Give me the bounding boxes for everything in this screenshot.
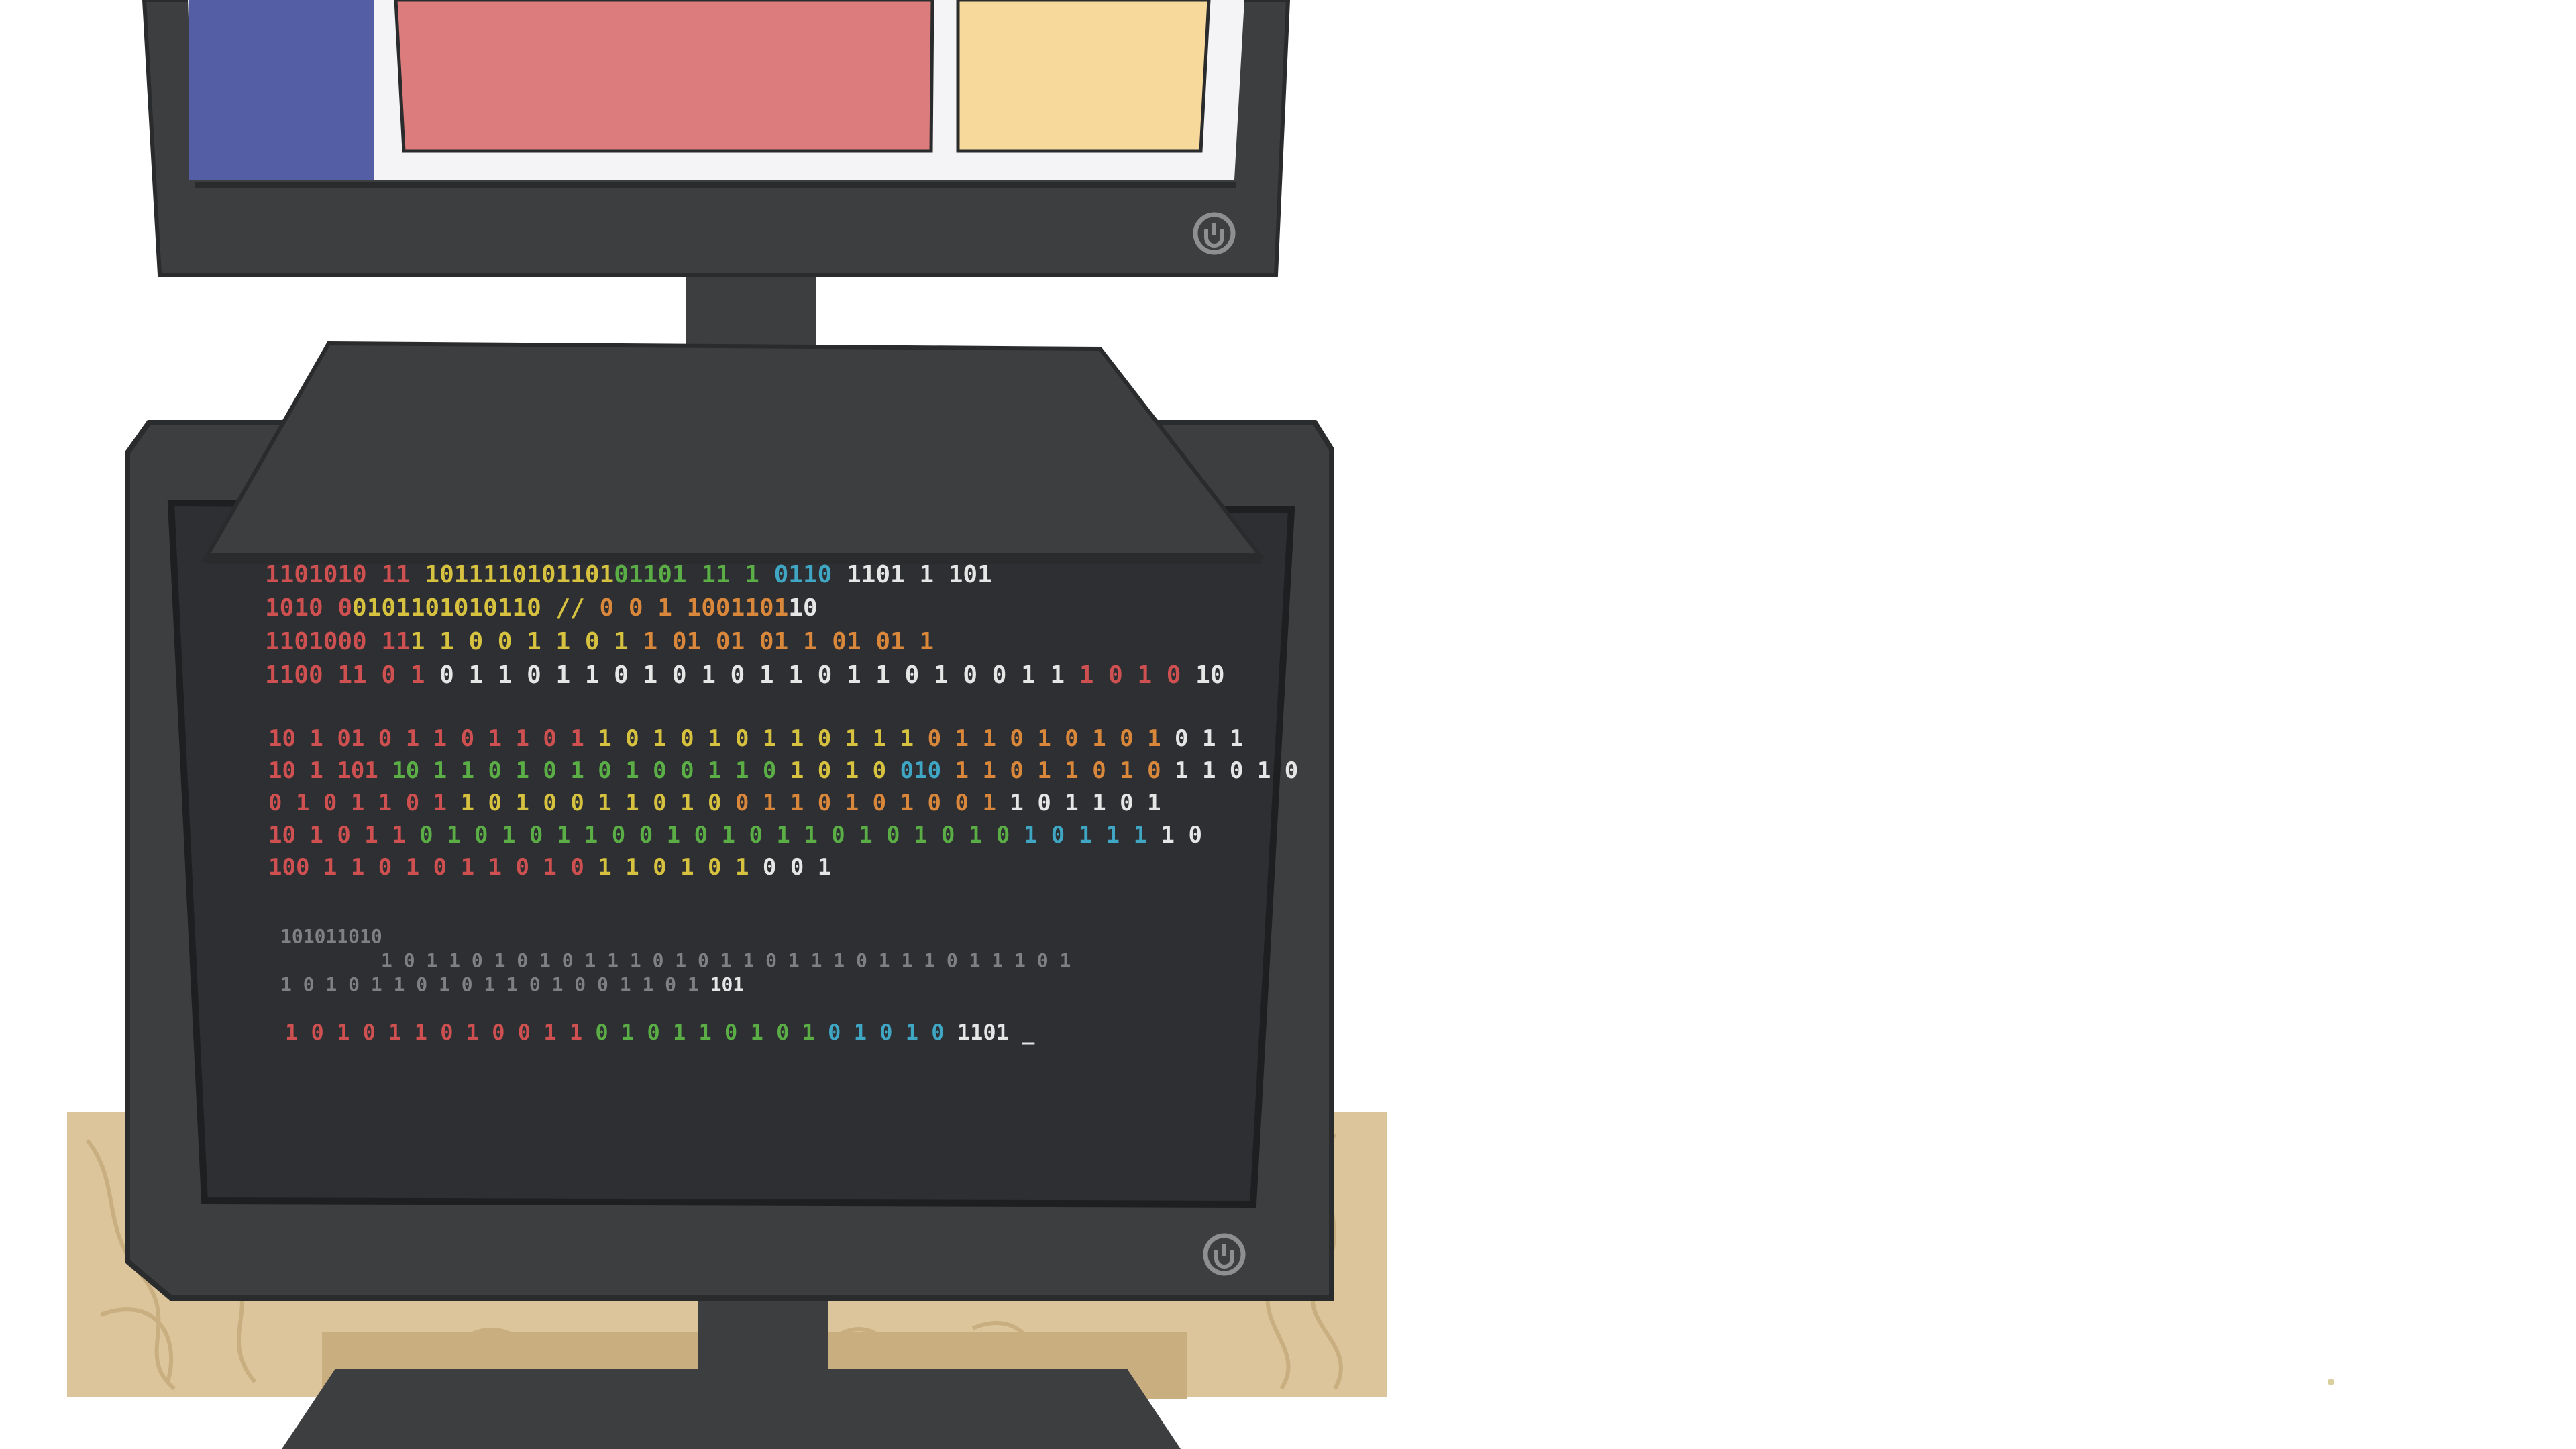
binary-line: 10 1 101 10 1 1 0 1 0 1 0 1 0 0 1 1 0 1 … — [268, 757, 1298, 784]
binary-segment: 1011110101101 — [411, 561, 614, 588]
binary-line: 1 0 1 1 0 1 0 1 0 1 1 1 0 1 0 1 1 0 1 1 … — [381, 949, 1071, 971]
binary-segment: 1 0 1 0 1 0 1 1 0 1 1 1 — [584, 725, 914, 752]
binary-segment: 10 1 01 0 1 1 0 1 1 0 1 — [268, 725, 584, 752]
binary-segment: 1010 0 — [265, 594, 352, 622]
upper-screen-red-panel — [394, 0, 934, 153]
binary-line: 1101000 111 1 0 0 1 1 0 1 1 01 01 01 1 0… — [265, 628, 934, 655]
binary-line: 100 1 1 0 1 0 1 1 0 1 0 1 1 0 1 0 1 0 0 … — [268, 854, 831, 881]
binary-segment: 0 1 0 1 1 0 1 0 1 — [582, 1020, 815, 1045]
binary-segment: 1 1 0 1 0 — [1161, 757, 1299, 784]
upper-monitor-stand-base — [201, 341, 1266, 563]
upper-monitor-stand-base-edge — [205, 553, 1261, 564]
upper-monitor-stand — [201, 272, 1266, 564]
stray-dot — [2328, 1379, 2334, 1385]
binary-segment: 0 1 1 — [1161, 725, 1244, 752]
binary-segment: 0110 — [759, 561, 832, 588]
binary-line: 1 0 1 0 1 1 0 1 0 1 1 0 1 0 0 1 1 0 1 10… — [280, 973, 744, 996]
binary-segment: 1101 _ — [945, 1020, 1036, 1045]
binary-segment: 10 — [788, 594, 817, 622]
binary-line: 10 1 01 0 1 1 0 1 1 0 1 1 0 1 0 1 0 1 1 … — [268, 725, 1243, 752]
binary-line: 1101010 11 101111010110101101 11 1 0110 … — [265, 561, 992, 588]
upper-screen-bottom-edge — [195, 182, 1236, 188]
binary-segment: 0 1 0 1 0 1 1 0 0 1 0 1 0 1 1 0 1 0 1 0 … — [406, 822, 1010, 849]
binary-line: 1010 00101101010110 // 0 0 1 100110110 — [265, 594, 818, 622]
binary-segment: 101011010 — [280, 925, 382, 947]
upper-monitor — [142, 0, 1291, 277]
binary-segment: 1 0 1 1 1 — [1010, 822, 1147, 849]
binary-segment: 1101 1 101 — [832, 561, 991, 588]
lower-monitor: 1101010 11 101111010110101101 11 1 0110 … — [125, 420, 1334, 1449]
binary-segment: 0 — [614, 561, 629, 588]
binary-segment: 10 1 1 0 1 0 1 0 1 0 0 1 1 0 — [378, 757, 777, 784]
binary-segment: 1 0 — [1147, 822, 1202, 849]
illustration-canvas: 1101010 11 101111010110101101 11 1 0110 … — [67, 0, 2334, 1449]
binary-line: 1100 11 0 1 0 1 1 0 1 1 0 1 0 1 0 1 1 0 … — [265, 661, 1225, 689]
binary-segment: 1 0 1 0 — [1065, 661, 1181, 689]
binary-segment: 1 1 0 1 1 0 1 0 — [941, 757, 1161, 784]
binary-segment: 0 1 1 0 1 0 1 0 1 — [914, 725, 1161, 752]
binary-segment: 010 — [900, 757, 941, 784]
binary-segment: 1 1 0 1 0 1 — [584, 854, 749, 881]
binary-segment: 0 1 1 0 1 1 0 1 0 1 0 1 1 0 1 1 0 1 0 0 … — [425, 661, 1065, 689]
binary-segment: 0 0 1 — [749, 854, 831, 881]
binary-segment: 1 1 0 0 1 1 0 1 — [411, 628, 643, 655]
binary-segment: 10 1 101 — [268, 757, 378, 784]
binary-segment: 0101101010110 // — [352, 594, 585, 622]
binary-segment: 0 1 0 1 1 0 1 — [268, 790, 447, 816]
binary-segment: 1101000 11 — [265, 628, 411, 655]
upper-screen-yellow-panel — [956, 0, 1211, 153]
binary-segment: 1 0 1 0 1 1 0 1 0 1 1 0 1 0 0 1 1 0 1 — [280, 973, 710, 996]
lower-monitor-stand-neck — [698, 1288, 828, 1409]
binary-segment: 1 0 1 0 0 1 1 0 1 0 — [447, 790, 721, 816]
binary-line: 1 0 1 0 1 1 0 1 0 0 1 1 0 1 0 1 1 0 1 0 … — [285, 1020, 1035, 1045]
binary-segment: 1101 11 1 — [629, 561, 759, 588]
binary-segment: 101 — [710, 973, 745, 996]
monitor-illustration: 1101010 11 101111010110101101 11 1 0110 … — [0, 0, 2576, 1449]
binary-segment: 1 0 1 0 — [776, 757, 900, 784]
binary-line: 10 1 0 1 1 0 1 0 1 0 1 1 0 0 1 0 1 0 1 1… — [268, 822, 1202, 849]
binary-segment: 1 0 1 0 1 1 0 1 0 0 1 1 — [285, 1020, 582, 1045]
binary-segment: 10 — [1181, 661, 1224, 689]
binary-segment: 0 1 1 0 1 0 1 0 0 1 — [722, 790, 996, 816]
binary-line: 101011010 — [280, 925, 382, 947]
binary-line: 0 1 0 1 1 0 1 1 0 1 0 0 1 1 0 1 0 0 1 1 … — [268, 790, 1161, 816]
binary-segment: 0 0 1 1001101 — [585, 594, 788, 622]
binary-segment: 1 01 01 01 1 01 01 1 — [643, 628, 934, 655]
binary-segment: 1101010 11 — [265, 561, 411, 588]
binary-segment: 1 0 1 1 0 1 — [996, 790, 1161, 816]
binary-segment: 0 1 0 1 0 — [815, 1020, 945, 1045]
binary-segment: 1100 11 0 1 — [265, 661, 425, 689]
upper-screen-blue-panel — [189, 0, 374, 180]
binary-segment: 1 0 1 1 0 1 0 1 0 1 1 1 0 1 0 1 1 0 1 1 … — [381, 949, 1071, 971]
binary-segment: 10 1 0 1 1 — [268, 822, 406, 849]
binary-segment: 100 1 1 0 1 0 1 1 0 1 0 — [268, 854, 584, 881]
